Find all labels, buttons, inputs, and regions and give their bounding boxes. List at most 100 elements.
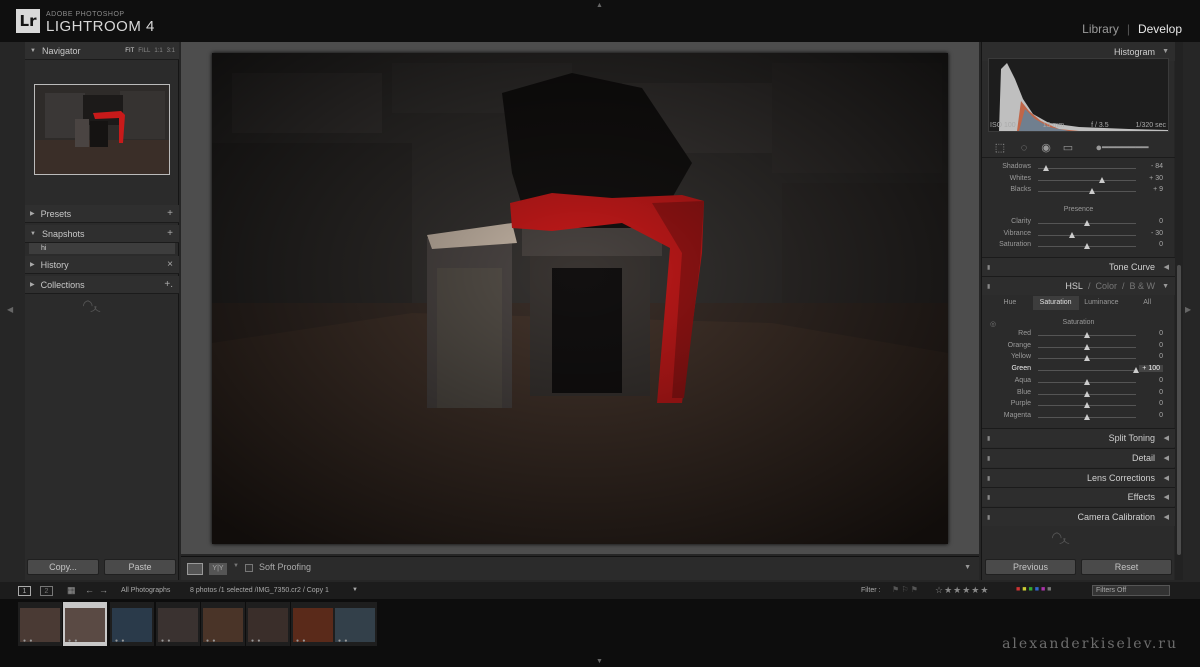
loupe-view-icon[interactable] bbox=[187, 563, 203, 575]
left-panel-toggle-icon[interactable]: ◀ bbox=[7, 305, 13, 314]
filmstrip-cell[interactable]: ● ● bbox=[333, 602, 377, 646]
source-dropdown-icon[interactable]: ▼ bbox=[352, 587, 358, 593]
secondary-window-button[interactable]: 2 bbox=[40, 586, 53, 596]
filmstrip-cell[interactable]: ● ● bbox=[291, 602, 335, 646]
slider-knob[interactable] bbox=[1084, 378, 1090, 385]
slider-track[interactable] bbox=[1038, 179, 1136, 181]
hsl-title[interactable]: HSL bbox=[1065, 281, 1083, 291]
crop-tool-icon[interactable]: ⬚ bbox=[994, 142, 1006, 154]
slider-knob[interactable] bbox=[1084, 402, 1090, 409]
graduated-filter-icon[interactable]: ▭ bbox=[1062, 142, 1074, 154]
presets-header[interactable]: ▶ Presets + bbox=[25, 205, 179, 223]
slider-value[interactable]: 0 bbox=[1159, 241, 1163, 248]
collections-header[interactable]: ▶ Collections +. bbox=[25, 276, 179, 294]
panel-switch-icon[interactable]: ▮ bbox=[987, 475, 990, 482]
add-preset-icon[interactable]: + bbox=[167, 208, 173, 219]
filmstrip-thumbnail[interactable] bbox=[65, 608, 105, 642]
slider-knob[interactable] bbox=[1084, 343, 1090, 350]
previous-button[interactable]: Previous bbox=[985, 559, 1076, 575]
hsl-slider-aqua[interactable]: Aqua 0 bbox=[982, 377, 1175, 388]
filmstrip-cell[interactable]: ● ● bbox=[246, 602, 290, 646]
right-panel-toggle-icon[interactable]: ▶ bbox=[1185, 305, 1191, 314]
tab-hue[interactable]: Hue bbox=[987, 296, 1033, 310]
slider-track[interactable] bbox=[1038, 191, 1136, 193]
hsl-slider-magenta[interactable]: Magenta 0 bbox=[982, 412, 1175, 423]
slider-knob[interactable] bbox=[1069, 231, 1076, 238]
slider-value[interactable]: + 100 bbox=[1139, 365, 1163, 373]
before-after-dropdown-icon[interactable]: ▼ bbox=[233, 563, 239, 569]
top-panel-toggle-icon[interactable]: ▲ bbox=[596, 2, 603, 9]
tone-curve-header[interactable]: ▮ Tone Curve ◀ bbox=[982, 257, 1175, 276]
red-eye-icon[interactable]: ◉ bbox=[1040, 142, 1052, 154]
slider-value[interactable]: + 30 bbox=[1149, 175, 1163, 182]
paste-settings-button[interactable]: Paste bbox=[104, 559, 176, 575]
slider-knob[interactable] bbox=[1133, 367, 1139, 374]
presence-slider-vibrance[interactable]: Vibrance - 30 bbox=[982, 230, 1175, 241]
slider-value[interactable]: 0 bbox=[1159, 218, 1163, 225]
slider-track[interactable] bbox=[1038, 234, 1136, 236]
hsl-slider-red[interactable]: Red 0 bbox=[982, 330, 1175, 341]
effects-header[interactable]: ▮ Effects ◀ bbox=[982, 487, 1175, 506]
slider-knob[interactable] bbox=[1084, 220, 1090, 226]
reset-button[interactable]: Reset bbox=[1081, 559, 1172, 575]
basic-slider-blacks[interactable]: Blacks + 9 bbox=[982, 186, 1175, 197]
histogram-graph[interactable] bbox=[988, 58, 1169, 132]
filmstrip-thumbnail[interactable] bbox=[158, 608, 198, 642]
detail-header[interactable]: ▮ Detail ◀ bbox=[982, 448, 1175, 467]
tab-all[interactable]: All bbox=[1124, 296, 1170, 310]
add-collection-icon[interactable]: +. bbox=[164, 279, 173, 290]
bw-title[interactable]: B & W bbox=[1129, 281, 1155, 291]
zoom-3-1[interactable]: 3:1 bbox=[167, 48, 175, 54]
slider-knob[interactable] bbox=[1084, 413, 1090, 420]
panel-switch-icon[interactable]: ▮ bbox=[987, 435, 990, 442]
grid-view-icon[interactable]: ▦ bbox=[67, 585, 76, 596]
basic-slider-whites[interactable]: Whites + 30 bbox=[982, 175, 1175, 186]
panel-switch-icon[interactable]: ▮ bbox=[987, 283, 990, 290]
module-develop[interactable]: Develop bbox=[1138, 22, 1182, 36]
slider-knob[interactable] bbox=[1084, 332, 1090, 338]
presence-slider-saturation[interactable]: Saturation 0 bbox=[982, 241, 1175, 252]
filmstrip-cell[interactable]: ● ● bbox=[156, 602, 200, 646]
presence-slider-clarity[interactable]: Clarity 0 bbox=[982, 218, 1175, 229]
panel-switch-icon[interactable]: ▮ bbox=[987, 514, 990, 521]
flag-filter-icon[interactable]: ⚑ ⚐ ⚑ bbox=[892, 585, 918, 594]
hsl-slider-green[interactable]: Green + 100 bbox=[982, 365, 1175, 376]
filmstrip-thumbnail[interactable] bbox=[335, 608, 375, 642]
before-after-icon[interactable]: Y|Y bbox=[209, 563, 227, 575]
slider-value[interactable]: 0 bbox=[1159, 377, 1163, 384]
adjustment-brush-icon[interactable]: ●━━━━━━━ bbox=[1082, 142, 1162, 154]
clear-history-icon[interactable]: × bbox=[167, 259, 173, 270]
filmstrip-thumbnail[interactable] bbox=[203, 608, 243, 642]
filmstrip-cell[interactable]: ● ● bbox=[110, 602, 154, 646]
filmstrip-cell[interactable]: ● ● bbox=[63, 602, 107, 646]
spot-removal-icon[interactable]: ◌ bbox=[1018, 142, 1030, 154]
camera-calibration-header[interactable]: ▮ Camera Calibration ◀ bbox=[982, 507, 1175, 526]
slider-knob[interactable] bbox=[1084, 355, 1090, 362]
slider-value[interactable]: 0 bbox=[1159, 389, 1163, 396]
basic-slider-shadows[interactable]: Shadows - 84 bbox=[982, 163, 1175, 174]
hsl-header[interactable]: ▮ HSL / Color / B & W ▼ bbox=[982, 276, 1175, 295]
slider-value[interactable]: 0 bbox=[1159, 330, 1163, 337]
tab-luminance[interactable]: Luminance bbox=[1079, 296, 1125, 310]
slider-value[interactable]: - 30 bbox=[1151, 230, 1163, 237]
soft-proofing-checkbox[interactable] bbox=[245, 564, 253, 572]
hsl-slider-purple[interactable]: Purple 0 bbox=[982, 400, 1175, 411]
main-photo[interactable] bbox=[212, 53, 948, 544]
slider-value[interactable]: - 84 bbox=[1151, 163, 1163, 170]
snapshot-item[interactable]: hi bbox=[29, 243, 175, 254]
zoom-fit[interactable]: FIT bbox=[125, 48, 134, 54]
copy-settings-button[interactable]: Copy... bbox=[27, 559, 99, 575]
primary-window-button[interactable]: 1 bbox=[18, 586, 31, 596]
slider-knob[interactable] bbox=[1084, 390, 1090, 397]
slider-track[interactable] bbox=[1038, 370, 1136, 372]
bottom-panel-toggle-icon[interactable]: ▼ bbox=[596, 658, 603, 665]
hsl-slider-blue[interactable]: Blue 0 bbox=[982, 389, 1175, 400]
slider-knob[interactable] bbox=[1088, 188, 1095, 195]
source-label[interactable]: All Photographs bbox=[121, 587, 170, 594]
add-snapshot-icon[interactable]: + bbox=[167, 228, 173, 239]
filmstrip-thumbnail[interactable] bbox=[293, 608, 333, 642]
slider-value[interactable]: 0 bbox=[1159, 342, 1163, 349]
back-arrow-icon[interactable]: ← bbox=[85, 585, 94, 595]
slider-knob[interactable] bbox=[1084, 243, 1090, 250]
history-header[interactable]: ▶ History × bbox=[25, 256, 179, 274]
